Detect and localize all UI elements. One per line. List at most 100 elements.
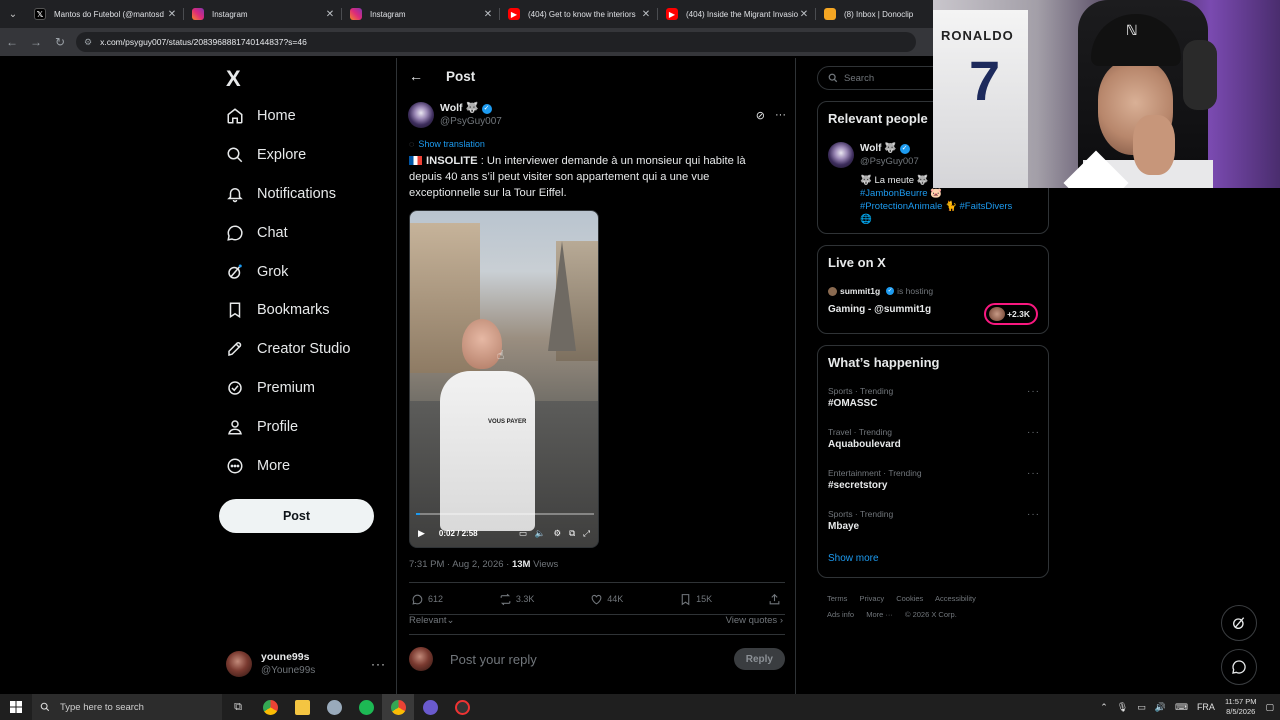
notifications-icon[interactable]: ▢ <box>1265 702 1274 713</box>
forward-arrow-icon[interactable]: → <box>24 35 48 49</box>
more-options-icon[interactable]: ··· <box>1027 509 1040 520</box>
taskbar-chrome-active[interactable] <box>382 694 414 720</box>
taskbar-app[interactable] <box>446 694 478 720</box>
play-icon[interactable]: ▶ <box>418 528 425 539</box>
browser-tab[interactable]: Instagram ✕ <box>184 0 342 28</box>
nav-item-premium[interactable]: Premium <box>226 371 315 405</box>
footer-link[interactable]: More ··· <box>866 610 893 619</box>
view-quotes-label: View quotes <box>725 615 778 626</box>
clock[interactable]: 11:57 PM 8/5/2026 <box>1225 697 1257 717</box>
trend-item[interactable]: Entertainment · Trending #secretstory ··… <box>828 468 1040 491</box>
share-action[interactable] <box>768 593 785 606</box>
browser-tab[interactable]: ▶ (404) Get to know the interiors ✕ <box>500 0 658 28</box>
taskbar-chrome[interactable] <box>254 694 286 720</box>
nav-item-notifications[interactable]: Notifications <box>226 177 336 211</box>
taskbar-app[interactable] <box>414 694 446 720</box>
more-options-icon[interactable]: ··· <box>371 657 386 671</box>
footer-link[interactable]: Ads info <box>827 610 854 619</box>
back-arrow-icon[interactable]: ← <box>409 68 433 84</box>
repost-action[interactable]: 3.3K <box>499 593 534 606</box>
x-logo-icon[interactable]: X <box>226 66 241 92</box>
volume-icon[interactable]: 🔊 <box>1155 702 1166 713</box>
more-options-icon[interactable]: ··· <box>775 109 786 121</box>
hashtag-link[interactable]: #FaitsDivers <box>960 201 1013 212</box>
site-settings-icon[interactable]: ⚙ <box>84 37 92 48</box>
language-indicator[interactable]: FRA <box>1197 702 1215 712</box>
home-icon <box>227 108 243 124</box>
avatar[interactable] <box>408 102 434 128</box>
nav-item-profile[interactable]: Profile <box>226 410 298 444</box>
browser-tab[interactable]: 𝕏 Mantos do Futebol (@mantosd ✕ <box>26 0 184 28</box>
author-handle[interactable]: @PsyGuy007 <box>440 115 746 128</box>
network-icon[interactable]: ▭ <box>1137 702 1146 713</box>
nav-item-grok[interactable]: Grok <box>226 255 288 289</box>
author-name[interactable]: Wolf 🐺 <box>440 102 479 115</box>
reload-icon[interactable]: ↻ <box>48 35 72 49</box>
show-translation-link[interactable]: ◌ Show translation <box>409 139 485 149</box>
messages-floating-button[interactable] <box>1221 649 1257 685</box>
captions-icon[interactable]: ▭ <box>519 528 527 539</box>
trend-item[interactable]: Travel · Trending Aquaboulevard ··· <box>828 427 1040 450</box>
taskbar-search-input[interactable]: Type here to search <box>32 694 222 720</box>
account-switcher[interactable]: youne99s @Youne99s ··· <box>226 646 386 682</box>
reply-sort-dropdown[interactable]: Relevant⌄ <box>409 615 454 626</box>
more-options-icon[interactable]: ··· <box>1027 427 1040 438</box>
taskbar-app[interactable] <box>318 694 350 720</box>
post-button[interactable]: Post <box>219 499 374 533</box>
nav-item-explore[interactable]: Explore <box>226 138 306 172</box>
close-tab-icon[interactable]: ✕ <box>482 9 494 20</box>
post-video[interactable]: VOUS PAYER ▶ 0:02 / 2:58 ▭ 🔈 ⚙ ⧉ ⤢ <box>409 210 599 548</box>
nav-item-more[interactable]: More <box>226 449 290 483</box>
taskbar-spotify[interactable] <box>350 694 382 720</box>
grok-icon[interactable]: ⊘ <box>756 109 765 122</box>
trend-item[interactable]: Sports · Trending #OMASSC ··· <box>828 386 1040 409</box>
search-placeholder: Search <box>844 72 875 84</box>
live-host[interactable]: summit1g ✓ is hosting <box>828 286 933 296</box>
start-button[interactable] <box>0 701 32 713</box>
nav-item-bookmarks[interactable]: Bookmarks <box>226 293 330 327</box>
close-tab-icon[interactable]: ✕ <box>798 9 810 20</box>
live-stream-title[interactable]: Gaming - @summit1g <box>828 304 931 315</box>
nav-item-creator-studio[interactable]: Creator Studio <box>226 332 351 366</box>
grok-floating-button[interactable] <box>1221 605 1257 641</box>
reply-button[interactable]: Reply <box>733 648 785 670</box>
keyboard-icon[interactable]: ⌨ <box>1175 702 1188 713</box>
show-more-link[interactable]: Show more <box>828 553 879 564</box>
hashtag-link[interactable]: #ProtectionAnimale <box>860 201 942 212</box>
chevron-up-icon[interactable]: ⌃ <box>1100 702 1108 713</box>
browser-tab[interactable]: ▶ (404) Inside the Migrant Invasio ✕ <box>658 0 816 28</box>
footer-link[interactable]: Privacy <box>860 594 885 603</box>
reply-input[interactable]: Post your reply <box>450 652 734 667</box>
post-timestamp[interactable]: 7:31 PM · Aug 2, 2026 · <box>409 559 512 570</box>
trend-item[interactable]: Sports · Trending Mbaye ··· <box>828 509 1040 532</box>
reply-action[interactable]: 612 <box>411 593 443 606</box>
relevant-person[interactable]: Wolf 🐺 ✓ @PsyGuy007 <box>828 142 919 168</box>
hashtag-link[interactable]: #JambonBeurre <box>860 188 928 199</box>
back-arrow-icon[interactable]: ← <box>0 35 24 49</box>
url-input[interactable]: ⚙ x.com/psyguy007/status/208396888174014… <box>76 32 916 52</box>
tab-search-button[interactable]: ⌄ <box>0 0 26 28</box>
more-options-icon[interactable]: ··· <box>1027 386 1040 397</box>
video-progress-bar[interactable] <box>416 513 594 515</box>
more-options-icon[interactable]: ··· <box>1027 468 1040 479</box>
footer-link[interactable]: Accessibility <box>935 594 976 603</box>
live-listener-count[interactable]: +2.3K <box>984 303 1038 325</box>
settings-icon[interactable]: ⚙ <box>553 528 561 539</box>
volume-icon[interactable]: 🔈 <box>535 528 546 539</box>
like-action[interactable]: 44K <box>590 593 623 606</box>
nav-item-chat[interactable]: Chat <box>226 216 288 250</box>
task-view-button[interactable]: ⧉ <box>222 694 254 720</box>
taskbar-file-explorer[interactable] <box>286 694 318 720</box>
bookmark-action[interactable]: 15K <box>679 593 712 606</box>
pip-icon[interactable]: ⧉ <box>569 528 575 539</box>
browser-tab[interactable]: Instagram ✕ <box>342 0 500 28</box>
close-tab-icon[interactable]: ✕ <box>324 9 336 20</box>
close-tab-icon[interactable]: ✕ <box>640 9 652 20</box>
microphone-icon[interactable]: 🎙 <box>1117 702 1128 713</box>
fullscreen-icon[interactable]: ⤢ <box>583 528 590 539</box>
close-tab-icon[interactable]: ✕ <box>166 9 178 20</box>
nav-item-home[interactable]: Home <box>226 99 296 133</box>
footer-link[interactable]: Cookies <box>896 594 923 603</box>
footer-link[interactable]: Terms <box>827 594 847 603</box>
view-quotes-link[interactable]: View quotes › <box>726 615 783 626</box>
